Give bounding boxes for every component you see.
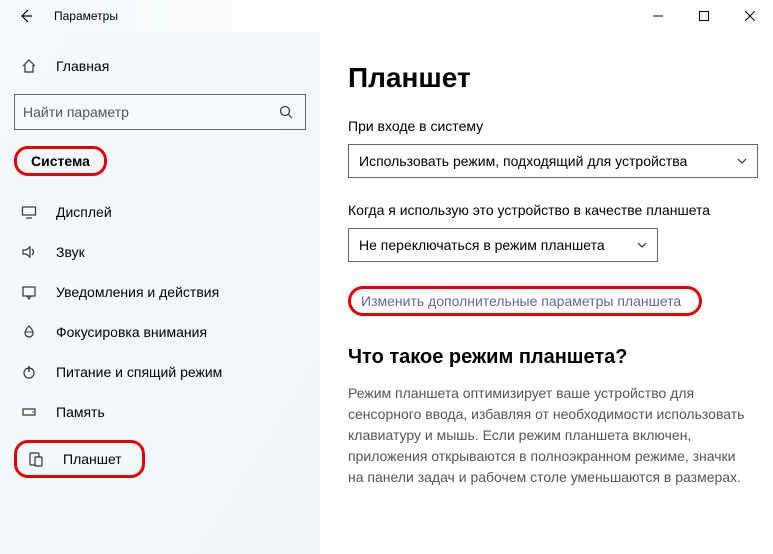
highlight-system: Система <box>14 146 107 176</box>
main-content: Планшет При входе в систему Использовать… <box>320 32 773 554</box>
storage-icon <box>20 403 38 421</box>
minimize-button[interactable] <box>635 0 681 32</box>
sidebar-item-home[interactable]: Главная <box>14 46 306 86</box>
maximize-button[interactable] <box>681 0 727 32</box>
signin-label: При входе в систему <box>348 118 745 134</box>
search-field[interactable] <box>23 104 279 120</box>
sidebar-item-label: Главная <box>56 58 109 74</box>
chevron-down-icon <box>637 242 647 248</box>
sidebar-item-focus[interactable]: Фокусировка внимания <box>14 312 306 352</box>
usage-select[interactable]: Не переключаться в режим планшета <box>348 228 658 262</box>
select-value: Не переключаться в режим планшета <box>359 237 637 253</box>
sidebar-item-tablet[interactable]: Планшет <box>21 443 128 475</box>
sidebar-item-label: Память <box>56 404 105 420</box>
section-body: Режим планшета оптимизирует ваше устройс… <box>348 383 745 488</box>
change-settings-link[interactable]: Изменить дополнительные параметры планше… <box>361 293 681 309</box>
highlight-tablet-nav: Планшет <box>14 440 145 478</box>
signin-select[interactable]: Использовать режим, подходящий для устро… <box>348 144 758 178</box>
sidebar-item-power[interactable]: Питание и спящий режим <box>14 352 306 392</box>
focus-icon <box>20 323 38 341</box>
titlebar: Параметры <box>0 0 773 32</box>
sidebar-item-label: Фокусировка внимания <box>56 324 207 340</box>
sidebar: Главная Система Дисплей Звук <box>0 32 320 554</box>
sidebar-item-notifications[interactable]: Уведомления и действия <box>14 272 306 312</box>
close-button[interactable] <box>727 0 773 32</box>
sidebar-item-label: Звук <box>56 244 85 260</box>
tablet-icon <box>27 450 45 468</box>
home-icon <box>20 57 38 75</box>
notifications-icon <box>20 283 38 301</box>
sidebar-item-display[interactable]: Дисплей <box>14 192 306 232</box>
search-input[interactable] <box>14 94 306 130</box>
power-icon <box>20 363 38 381</box>
sidebar-item-label: Уведомления и действия <box>56 284 219 300</box>
sidebar-item-label: Питание и спящий режим <box>56 364 222 380</box>
highlight-link: Изменить дополнительные параметры планше… <box>348 286 702 316</box>
search-icon <box>279 105 297 119</box>
group-header: Система <box>27 151 94 171</box>
page-title: Планшет <box>348 62 745 94</box>
chevron-down-icon <box>737 158 747 164</box>
usage-label: Когда я использую это устройство в качес… <box>348 202 745 218</box>
section-heading: Что такое режим планшета? <box>348 346 745 369</box>
sidebar-item-sound[interactable]: Звук <box>14 232 306 272</box>
sidebar-item-storage[interactable]: Память <box>14 392 306 432</box>
display-icon <box>20 203 38 221</box>
sidebar-item-label: Дисплей <box>56 204 112 220</box>
window-title: Параметры <box>54 9 118 23</box>
sound-icon <box>20 243 38 261</box>
select-value: Использовать режим, подходящий для устро… <box>359 153 737 169</box>
sidebar-item-label: Планшет <box>63 451 122 467</box>
back-button[interactable] <box>18 8 42 24</box>
